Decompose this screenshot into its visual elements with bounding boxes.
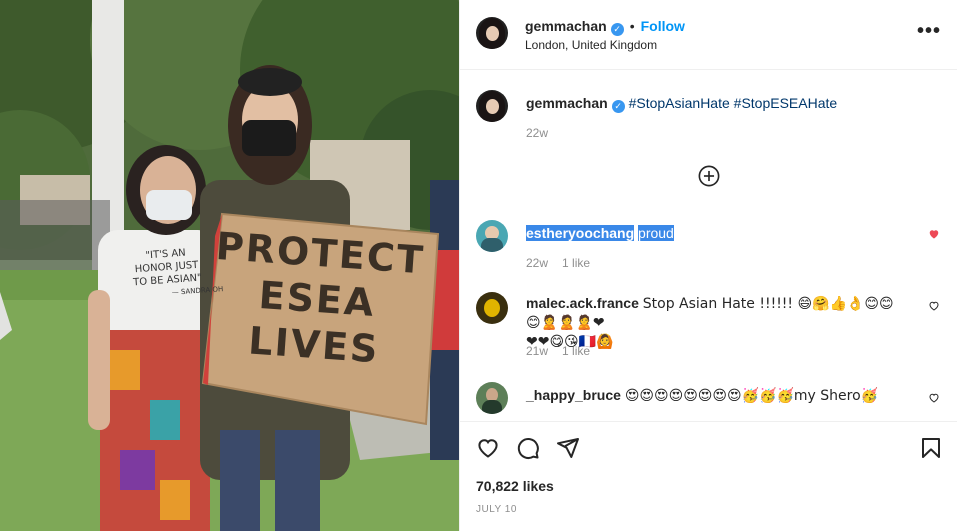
comment-likes[interactable]: 1 like [562, 344, 590, 358]
comment-row: malec.ack.france Stop Asian Hate !!!!!! … [476, 290, 942, 360]
verified-badge-icon: ✓ [610, 23, 624, 36]
comment-username[interactable]: malec.ack.france [526, 295, 639, 311]
post-actions: 70,822 likes JULY 10 [460, 421, 957, 532]
comment-body: proud [638, 225, 674, 241]
share-send-icon[interactable] [556, 436, 580, 460]
comment-text: malec.ack.france Stop Asian Hate !!!!!! … [526, 294, 906, 351]
caption-author-avatar[interactable] [476, 90, 508, 122]
load-more-comments-icon[interactable] [698, 165, 720, 187]
comment-row: _happy_bruce 😍😍😍😍😍😍😍😍🥳🥳🥳my Shero🥳 [476, 380, 942, 420]
post-viewer: PROTECT ESEA LIVES "IT'S AN HONOR JUST T… [0, 0, 957, 531]
likes-count[interactable]: 70,822 likes [476, 478, 554, 494]
caption-age[interactable]: 22w [526, 126, 548, 140]
follow-button[interactable]: Follow [641, 18, 685, 34]
comment-age[interactable]: 22w [526, 256, 548, 270]
caption-username[interactable]: gemmachan [526, 95, 608, 111]
comment-age[interactable]: 21w [526, 344, 548, 358]
caption-text: gemmachan ✓ #StopAsianHate #StopESEAHate [526, 94, 837, 113]
more-options-icon[interactable]: ••• [917, 20, 941, 43]
save-bookmark-icon[interactable] [919, 436, 943, 460]
comment-username[interactable]: estheryoochang [526, 225, 635, 241]
commenter-avatar[interactable] [476, 220, 508, 252]
comment-meta: 22w 1 like [526, 256, 604, 270]
comment-body: 😍😍😍😍😍😍😍😍🥳🥳🥳my Shero🥳 [624, 388, 879, 404]
post-date[interactable]: JULY 10 [476, 504, 517, 515]
commenter-avatar[interactable] [476, 382, 508, 414]
comment-bubble-icon[interactable] [516, 436, 540, 460]
comment-text: estheryoochang proud [526, 224, 674, 242]
shirt-text: "IT'S AN HONOR JUST TO BE ASIAN" — SANDR… [110, 244, 224, 304]
author-avatar[interactable] [476, 17, 508, 49]
verified-badge-icon: ✓ [611, 100, 625, 113]
commenter-avatar[interactable] [476, 292, 508, 324]
comment-liked-heart-icon[interactable] [928, 228, 940, 240]
post-side-panel: gemmachan ✓ • Follow London, United Kingdom… [459, 0, 957, 531]
comments-list: gemmachan ✓ #StopAsianHate #StopESEAHate … [460, 70, 957, 420]
comment-like-heart-icon[interactable] [928, 300, 940, 312]
comment-row: estheryoochang proud 22w 1 like [476, 218, 942, 278]
comment-meta: 21w 1 like [526, 344, 604, 358]
author-username[interactable]: gemmachan [525, 18, 607, 34]
post-header: gemmachan ✓ • Follow London, United Kingdom… [460, 0, 957, 70]
comment-likes[interactable]: 1 like [562, 256, 590, 270]
post-photo[interactable]: PROTECT ESEA LIVES "IT'S AN HONOR JUST T… [0, 0, 459, 531]
comment-text: _happy_bruce 😍😍😍😍😍😍😍😍🥳🥳🥳my Shero🥳 [526, 386, 906, 405]
caption-row: gemmachan ✓ #StopAsianHate #StopESEAHate … [476, 90, 942, 150]
like-heart-icon[interactable] [476, 436, 500, 460]
caption-hashtags[interactable]: #StopAsianHate #StopESEAHate [629, 95, 838, 111]
caption-meta: 22w [526, 126, 562, 140]
post-location[interactable]: London, United Kingdom [525, 38, 657, 52]
separator-dot: • [629, 18, 635, 34]
comment-username[interactable]: _happy_bruce [526, 387, 621, 403]
protest-sign-text: PROTECT ESEA LIVES [200, 223, 431, 408]
comment-like-heart-icon[interactable] [928, 392, 940, 404]
header-user-line: gemmachan ✓ • Follow [525, 18, 685, 36]
